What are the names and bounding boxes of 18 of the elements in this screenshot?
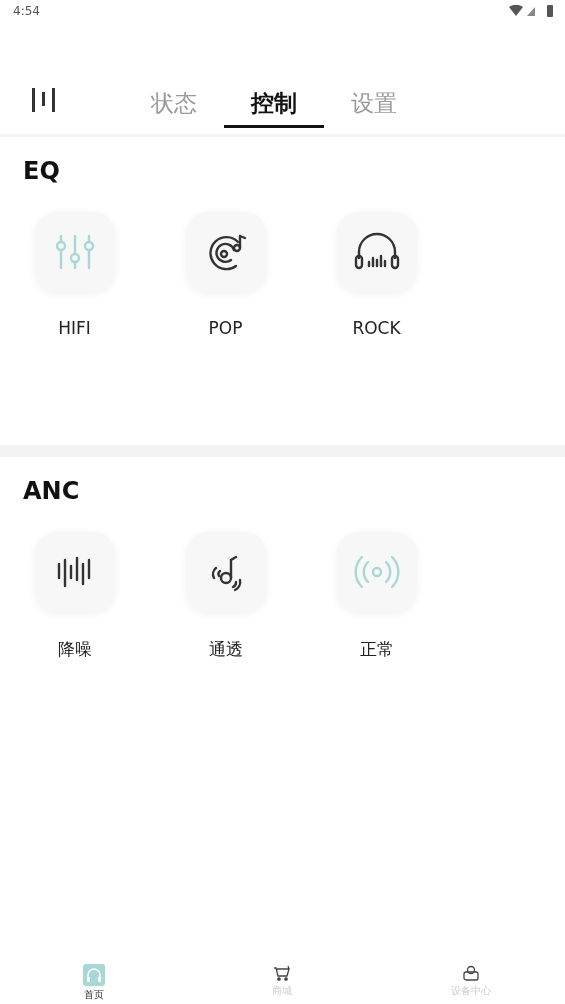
status-icons	[509, 5, 553, 17]
nav-label[interactable]: 首页	[84, 988, 105, 1002]
tab[interactable]: 控制	[224, 88, 324, 128]
mode-label: 通透	[208, 638, 243, 661]
mode-label: ROCK	[352, 318, 401, 338]
mode-label: 正常	[359, 638, 394, 661]
mode-label: POP	[208, 318, 243, 338]
device-icon	[461, 964, 480, 982]
status-time: 4:54	[13, 4, 40, 18]
mode-label: 降噪	[57, 638, 92, 661]
tab[interactable]: 状态	[124, 88, 224, 128]
section-title: EQ	[23, 157, 61, 185]
mode-label: HIFI	[58, 318, 91, 338]
cart-icon	[273, 964, 292, 982]
headphones-icon	[83, 964, 106, 986]
section-title: ANC	[23, 477, 81, 505]
tab[interactable]: 设置	[324, 88, 424, 128]
menu-icon[interactable]	[30, 88, 58, 112]
